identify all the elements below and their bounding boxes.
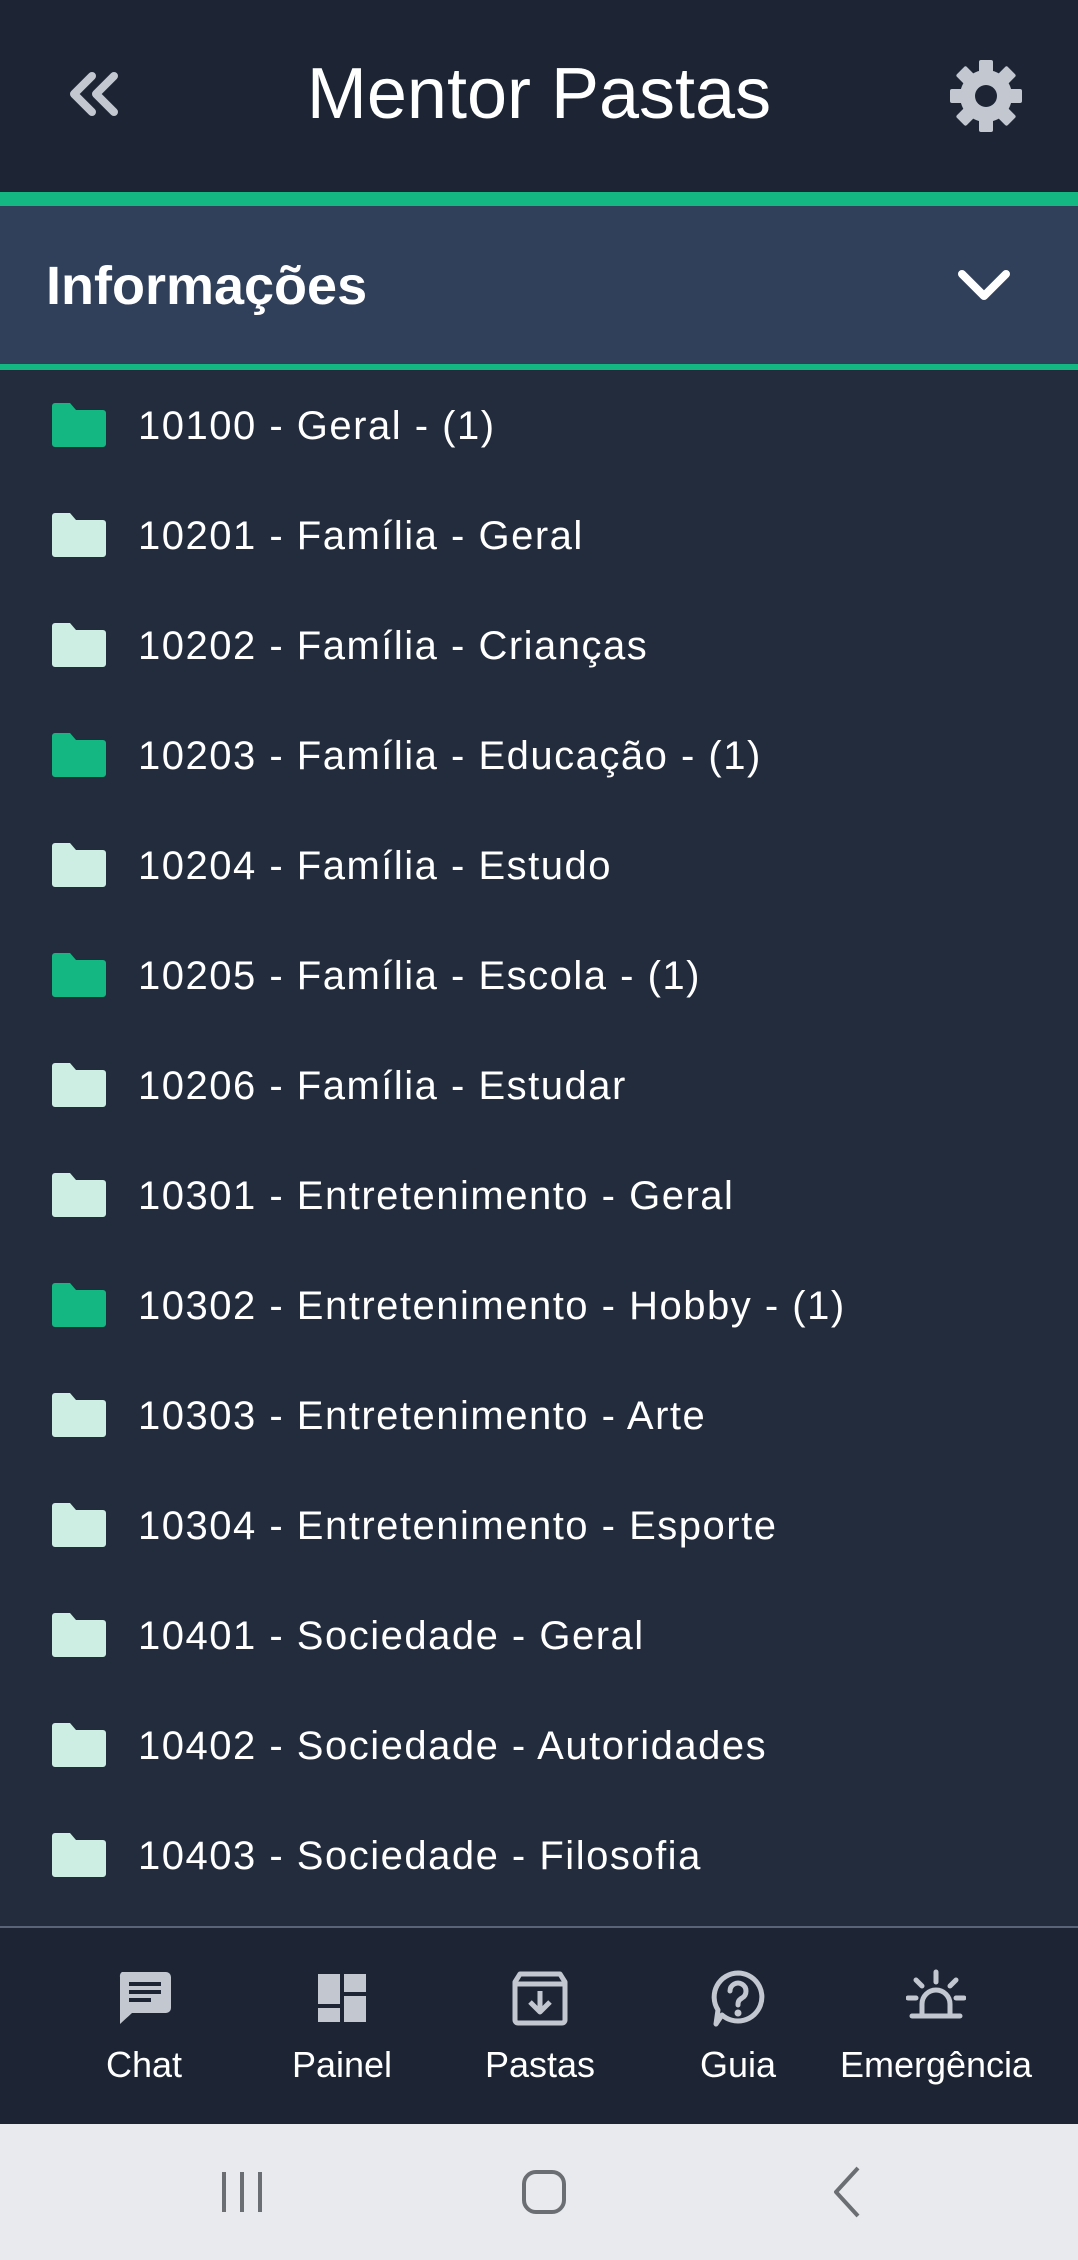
- folder-label: 10401 - Sociedade - Geral: [138, 1614, 645, 1658]
- system-nav-bar: [0, 2124, 1078, 2260]
- home-button[interactable]: [514, 2162, 574, 2222]
- recents-icon: [222, 2172, 262, 2212]
- settings-button[interactable]: [946, 56, 1026, 136]
- folder-label: 10402 - Sociedade - Autoridades: [138, 1724, 768, 1768]
- folder-icon: [52, 513, 106, 557]
- section-informacoes-toggle[interactable]: Informações: [0, 206, 1078, 366]
- folder-icon: [52, 1173, 106, 1217]
- back-icon: [834, 2166, 860, 2218]
- folder-item[interactable]: 10100 - Geral - (1): [0, 370, 1078, 480]
- folder-item[interactable]: 10402 - Sociedade - Autoridades: [0, 1690, 1078, 1800]
- dashboard-icon: [318, 1974, 366, 2022]
- recents-button[interactable]: [212, 2162, 272, 2222]
- folder-label: 10204 - Família - Estudo: [138, 844, 612, 888]
- nav-emergencia[interactable]: Emergência: [836, 1928, 1036, 2124]
- folder-item[interactable]: 10301 - Entretenimento - Geral: [0, 1140, 1078, 1250]
- chat-icon: [119, 1972, 171, 2024]
- folder-label: 10301 - Entretenimento - Geral: [138, 1174, 735, 1218]
- folder-item[interactable]: 10302 - Entretenimento - Hobby - (1): [0, 1250, 1078, 1360]
- page-title: Mentor Pastas: [306, 54, 772, 134]
- folder-icon: [52, 953, 106, 997]
- folder-item[interactable]: 10401 - Sociedade - Geral: [0, 1580, 1078, 1690]
- help-icon: [711, 1970, 765, 2027]
- nav-chat[interactable]: Chat: [44, 1928, 244, 2124]
- folder-list: 10100 - Geral - (1) 10201 - Família - Ger…: [0, 370, 1078, 1926]
- folder-icon: [52, 733, 106, 777]
- folder-icon: [52, 1833, 106, 1877]
- folder-icon: [52, 1613, 106, 1657]
- accent-divider: [0, 192, 1078, 206]
- chevron-down-icon: [958, 270, 1010, 300]
- back-button[interactable]: [62, 62, 126, 126]
- app-header: Mentor Pastas: [0, 0, 1078, 192]
- folder-label: 10202 - Família - Crianças: [138, 624, 649, 668]
- folder-label: 10100 - Geral - (1): [138, 404, 496, 448]
- folder-label: 10205 - Família - Escola - (1): [138, 954, 701, 998]
- archive-icon: [512, 1971, 568, 2026]
- folder-icon: [52, 1723, 106, 1767]
- folder-item[interactable]: 10202 - Família - Crianças: [0, 590, 1078, 700]
- nav-label: Emergência: [839, 2044, 1033, 2085]
- folder-item[interactable]: 10204 - Família - Estudo: [0, 810, 1078, 920]
- folder-icon: [52, 1503, 106, 1547]
- folder-label: 10403 - Sociedade - Filosofia: [138, 1834, 702, 1878]
- folder-label: 10206 - Família - Estudar: [138, 1064, 627, 1108]
- home-icon: [522, 2170, 566, 2214]
- folder-icon: [52, 1063, 106, 1107]
- double-chevron-left-icon: [70, 72, 118, 116]
- siren-icon: [906, 1969, 966, 2019]
- nav-painel[interactable]: Painel: [242, 1928, 442, 2124]
- folder-item[interactable]: 10304 - Entretenimento - Esporte: [0, 1470, 1078, 1580]
- folder-item[interactable]: 10201 - Família - Geral: [0, 480, 1078, 590]
- nav-guia[interactable]: Guia: [638, 1928, 838, 2124]
- folder-icon: [52, 623, 106, 667]
- folder-label: 10201 - Família - Geral: [138, 514, 584, 558]
- folder-label: 10303 - Entretenimento - Arte: [138, 1394, 707, 1438]
- folder-item[interactable]: 10205 - Família - Escola - (1): [0, 920, 1078, 1030]
- section-title: Informações: [46, 256, 368, 316]
- folder-item[interactable]: 10303 - Entretenimento - Arte: [0, 1360, 1078, 1470]
- folder-item[interactable]: 10206 - Família - Estudar: [0, 1030, 1078, 1140]
- folder-label: 10302 - Entretenimento - Hobby - (1): [138, 1284, 846, 1328]
- folder-icon: [52, 843, 106, 887]
- folder-item[interactable]: 10203 - Família - Educação - (1): [0, 700, 1078, 810]
- nav-pastas[interactable]: Pastas: [440, 1928, 640, 2124]
- folder-label: 10203 - Família - Educação - (1): [138, 734, 762, 778]
- folder-icon: [52, 1283, 106, 1327]
- bottom-nav: Chat Painel Pastas Guia Emergência: [0, 1928, 1078, 2124]
- folder-label: 10304 - Entretenimento - Esporte: [138, 1504, 778, 1548]
- folder-icon: [52, 403, 106, 447]
- folder-icon: [52, 1393, 106, 1437]
- system-back-button[interactable]: [818, 2162, 878, 2222]
- folder-item[interactable]: 10403 - Sociedade - Filosofia: [0, 1800, 1078, 1910]
- gear-icon: [950, 60, 1022, 132]
